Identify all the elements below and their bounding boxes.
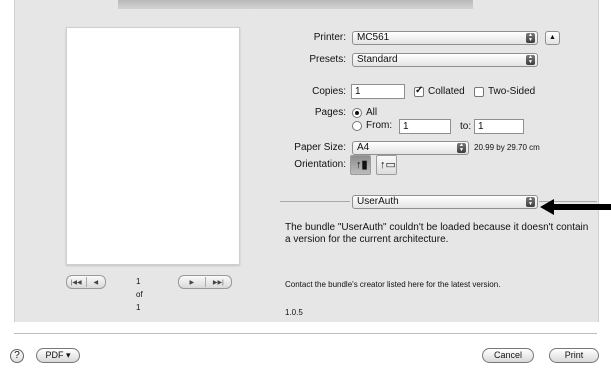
pages-from-label: From: — [366, 120, 393, 131]
section-divider-left — [280, 201, 350, 202]
section-popup[interactable]: UserAuth ▲ ▼ — [352, 195, 538, 209]
copies-field[interactable]: 1 — [351, 84, 405, 99]
first-page-icon[interactable]: |◀◀ — [67, 279, 86, 286]
help-button[interactable]: ? — [10, 349, 24, 363]
stepper-icon: ▲ ▼ — [457, 143, 466, 153]
presets-popup[interactable]: Standard ▲ ▼ — [352, 53, 538, 67]
portrait-icon: ↑▮ — [356, 159, 368, 171]
collated-label: Collated — [428, 86, 465, 97]
print-button[interactable]: Print — [549, 348, 599, 363]
section-popup-value: UserAuth — [357, 196, 399, 207]
pages-to-field[interactable]: 1 — [474, 119, 524, 134]
presets-value: Standard — [357, 54, 398, 65]
pages-from-radio[interactable] — [352, 121, 362, 131]
printer-popup[interactable]: MC561 ▲ ▼ — [352, 31, 538, 45]
pages-label: Pages: — [314, 107, 346, 118]
disclosure-button[interactable]: ▲ — [545, 31, 560, 45]
pages-all-label: All — [366, 107, 378, 118]
collated-checkbox[interactable] — [414, 85, 424, 97]
page-preview — [66, 27, 240, 265]
landscape-icon: ↑▭ — [380, 159, 396, 171]
printer-label: Printer: — [313, 32, 346, 43]
pages-all-radio[interactable] — [352, 108, 362, 118]
pages-from-field[interactable]: 1 — [399, 119, 451, 134]
orientation-portrait-button[interactable]: ↑▮ — [350, 155, 371, 175]
pages-to-label: to: — [460, 121, 472, 132]
page-indicator: 1 of 1 — [136, 277, 143, 312]
pager-back-group: |◀◀ ◀ — [66, 275, 106, 289]
pager-forward-group: ▶ ▶▶| — [178, 275, 232, 289]
printer-value: MC561 — [357, 32, 390, 43]
paper-size-label: Paper Size: — [294, 142, 346, 153]
last-page-icon[interactable]: ▶▶| — [206, 279, 232, 286]
pdf-button[interactable]: PDF ▾ — [36, 348, 80, 363]
presets-label: Presets: — [309, 54, 346, 65]
stepper-icon: ▲ ▼ — [526, 33, 535, 43]
copies-label: Copies: — [312, 86, 346, 97]
window-toolbar — [118, 0, 473, 9]
orientation-landscape-button[interactable]: ↑▭ — [376, 155, 397, 175]
bundle-error-message: The bundle "UserAuth" couldn't be loaded… — [285, 222, 589, 245]
next-page-icon[interactable]: ▶ — [179, 279, 205, 286]
arrow-icon — [540, 199, 611, 215]
paper-size-popup[interactable]: A4 ▲ ▼ — [352, 141, 469, 155]
two-sided-checkbox[interactable] — [474, 87, 484, 97]
orientation-label: Orientation: — [294, 159, 346, 170]
paper-dimensions: 20.99 by 29.70 cm — [474, 143, 540, 152]
stepper-icon: ▲ ▼ — [526, 197, 535, 207]
disclosure-icon: ▲ — [549, 34, 556, 41]
contact-message: Contact the bundle's creator listed here… — [285, 280, 501, 289]
stepper-icon: ▲ ▼ — [526, 55, 535, 65]
paper-size-value: A4 — [357, 142, 370, 153]
bottom-divider — [14, 333, 597, 334]
prev-page-icon[interactable]: ◀ — [87, 279, 106, 286]
version-text: 1.0.5 — [285, 308, 303, 317]
two-sided-label: Two-Sided — [488, 86, 536, 97]
cancel-button[interactable]: Cancel — [482, 348, 534, 363]
